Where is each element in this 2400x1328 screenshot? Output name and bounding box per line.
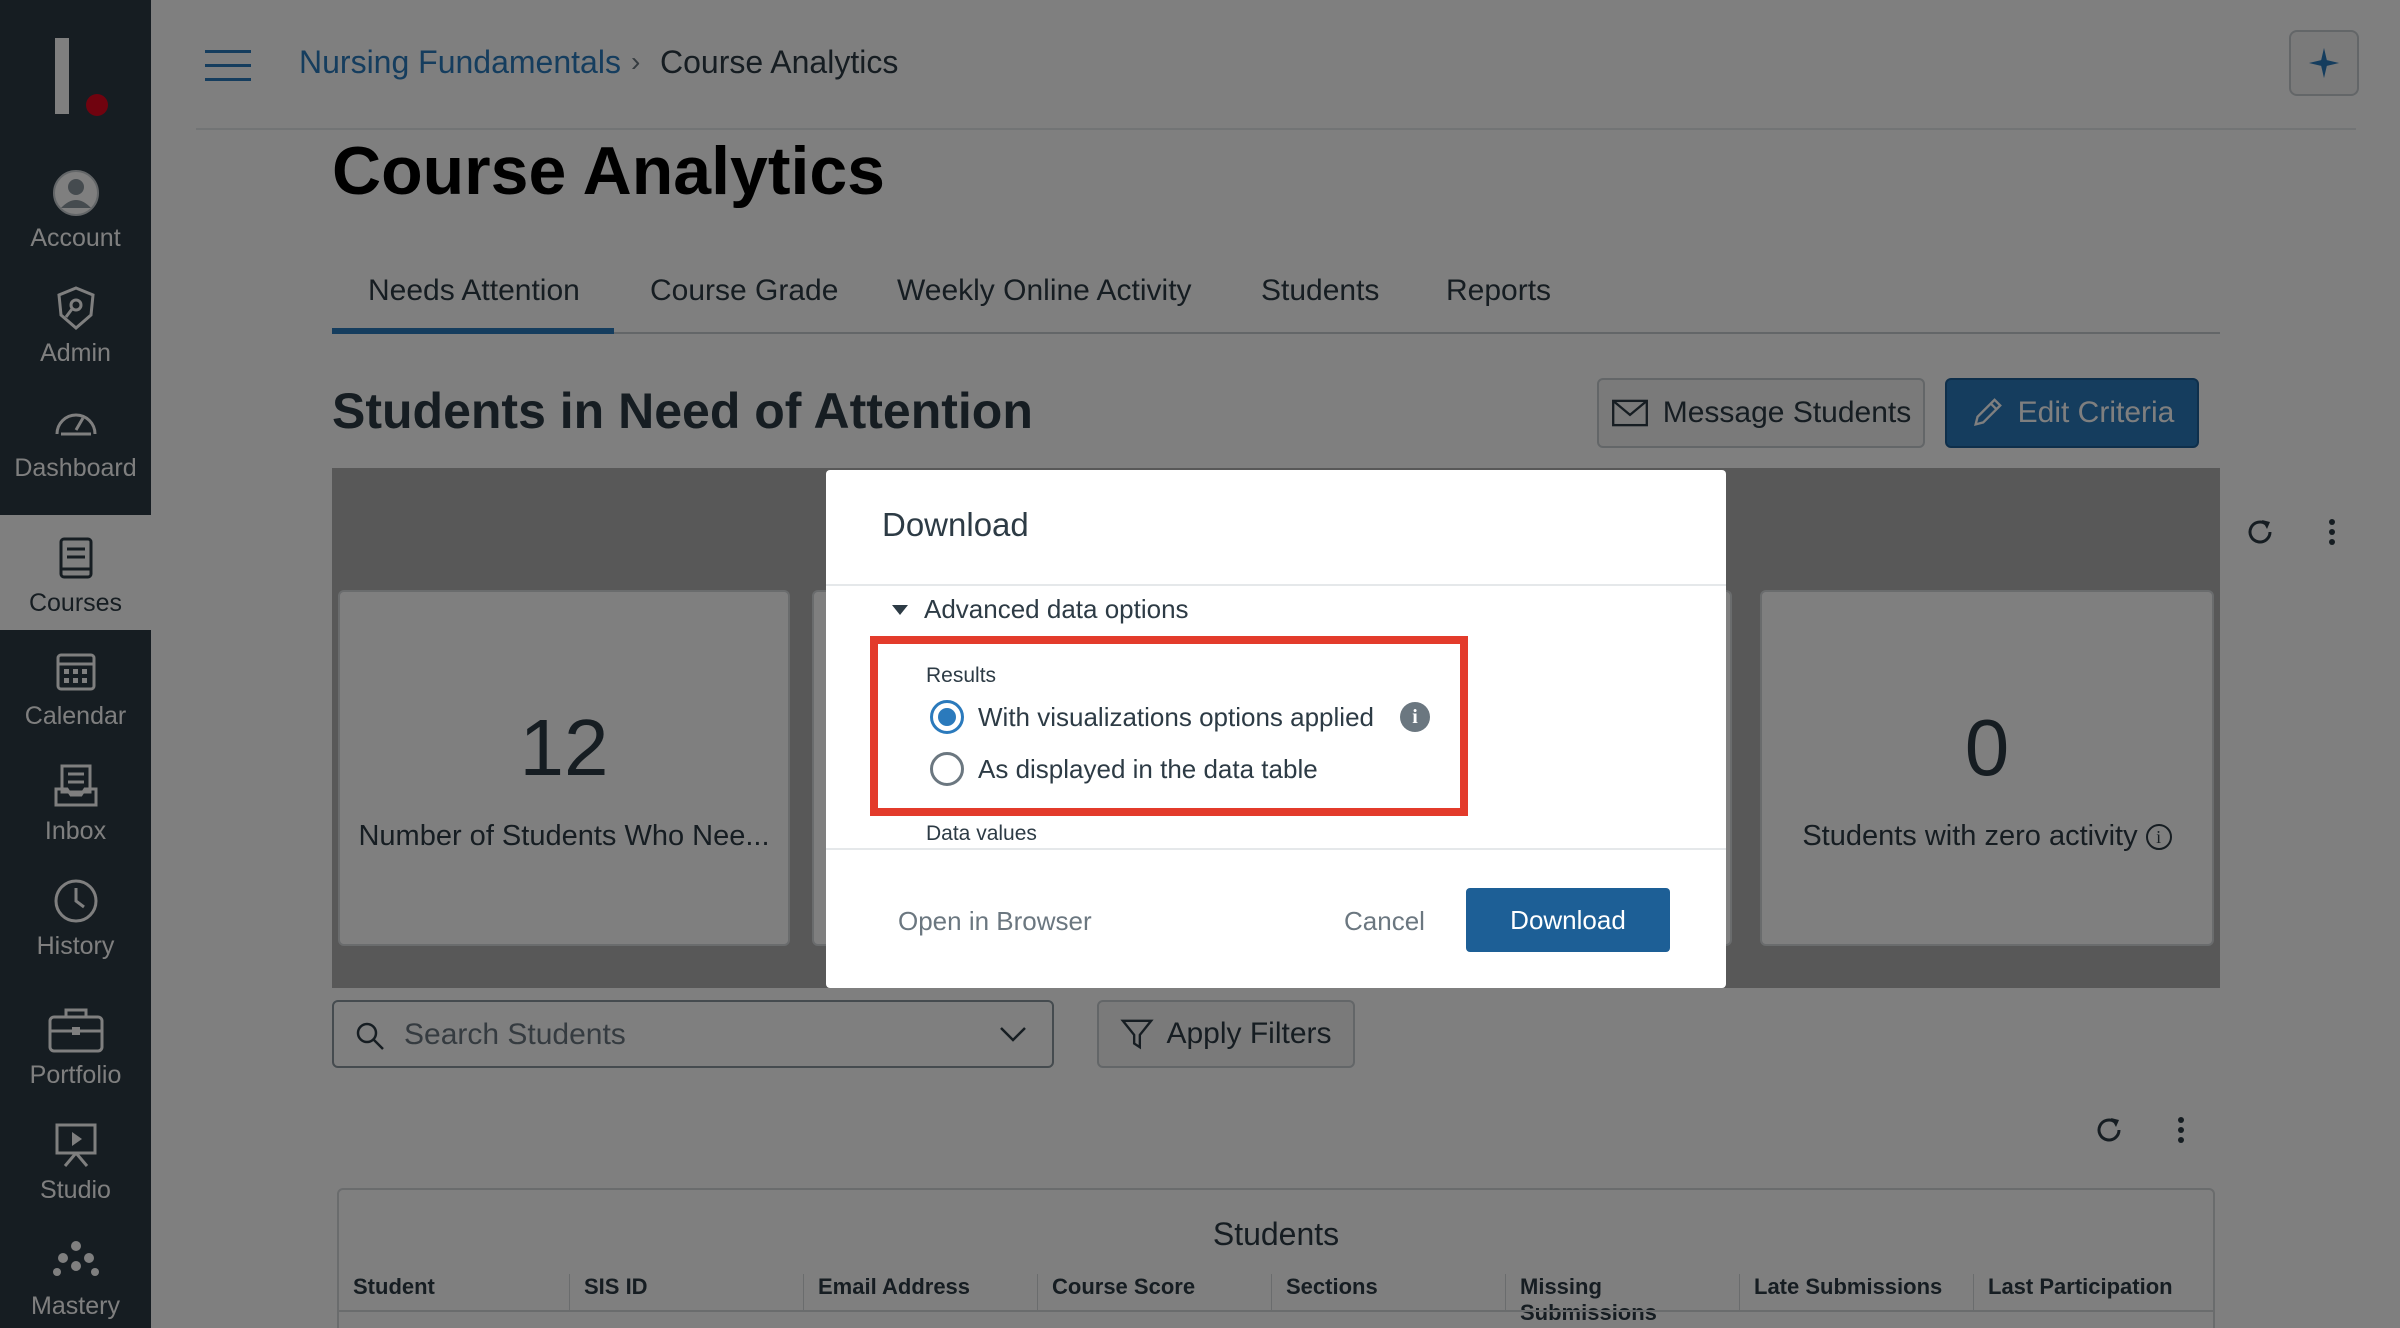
advanced-data-options-label: Advanced data options [924, 594, 1189, 624]
dialog-title: Download [882, 506, 1029, 543]
open-in-browser-button[interactable]: Open in Browser [898, 906, 1092, 937]
cancel-button[interactable]: Cancel [1344, 906, 1425, 937]
dialog-footer-divider [826, 848, 1726, 850]
highlight-box [870, 636, 1468, 816]
advanced-data-options-toggle[interactable]: Advanced data options [892, 594, 1189, 625]
download-button[interactable]: Download [1466, 888, 1670, 952]
data-values-label: Data values [926, 822, 1037, 845]
dialog-divider [826, 584, 1726, 586]
caret-down-icon [892, 604, 908, 615]
